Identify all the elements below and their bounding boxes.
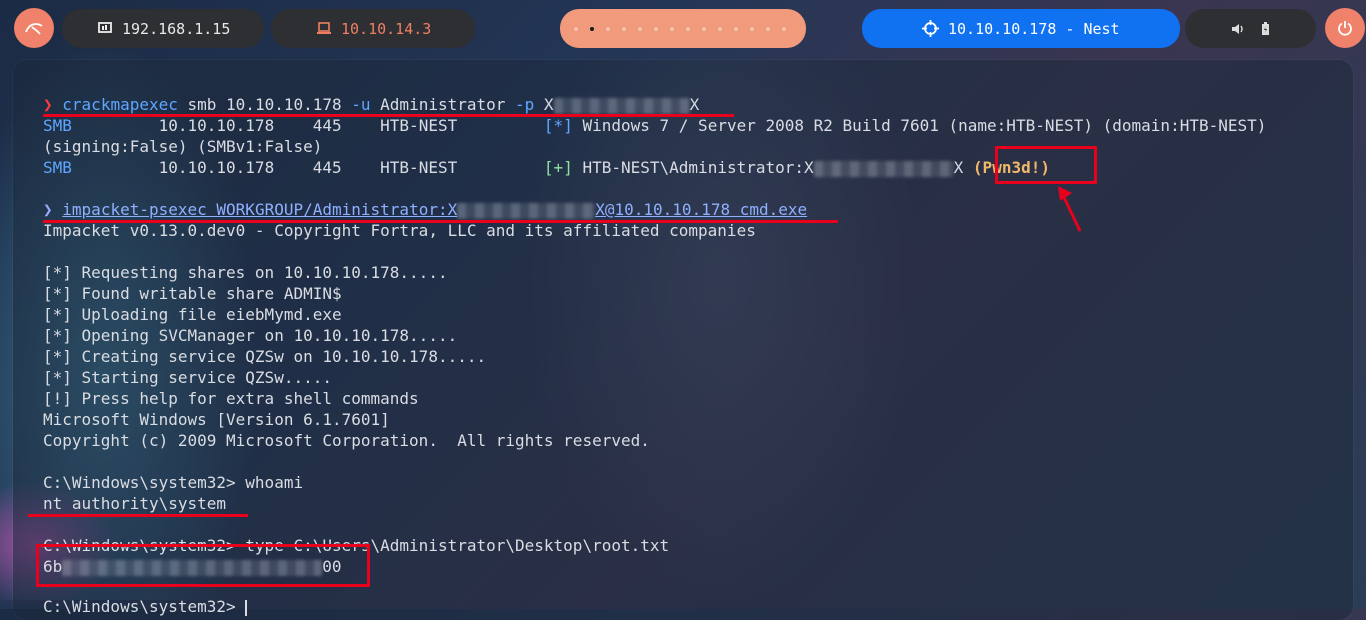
workspace-2[interactable] bbox=[590, 26, 594, 31]
psexec-log-5: [*] Creating service QZSw on 10.10.10.17… bbox=[43, 347, 487, 366]
cmd-crackmapexec: ❯ crackmapexec smb 10.10.10.178 -u Admin… bbox=[43, 95, 700, 114]
workspace-7[interactable] bbox=[670, 26, 674, 31]
power-icon bbox=[1338, 21, 1352, 36]
psexec-log-1: [*] Requesting shares on 10.10.10.178...… bbox=[43, 263, 448, 282]
copyright-line: Copyright (c) 2009 Microsoft Corporation… bbox=[43, 431, 650, 450]
smb-auth-line: SMB 10.10.10.178 445 HTB-NEST [+] HTB-NE… bbox=[43, 158, 1050, 177]
vpn-ip-widget[interactable]: 10.10.14.3 bbox=[271, 9, 475, 48]
underline-whoami bbox=[28, 514, 248, 517]
whoami-command: C:\Windows\system32> whoami bbox=[43, 473, 304, 492]
psexec-log-3: [*] Uploading file eiebMymd.exe bbox=[43, 305, 342, 324]
workspace-14[interactable] bbox=[782, 26, 786, 31]
highlight-pwned bbox=[995, 146, 1097, 184]
redacted-password bbox=[813, 160, 954, 177]
cursor bbox=[245, 599, 248, 616]
prompt-icon: ❯ bbox=[43, 95, 53, 114]
workspace-switcher[interactable] bbox=[560, 9, 806, 48]
underline-psexec bbox=[43, 220, 838, 223]
volume-icon[interactable] bbox=[1231, 23, 1245, 35]
workspace-8[interactable] bbox=[686, 26, 690, 31]
workspace-11[interactable] bbox=[734, 26, 738, 31]
workspace-5[interactable] bbox=[638, 26, 642, 31]
laptop-icon bbox=[317, 22, 331, 34]
redacted-password bbox=[553, 97, 690, 114]
highlight-root-flag bbox=[36, 544, 370, 587]
workspace-12[interactable] bbox=[750, 26, 754, 31]
smb-signing-line: (signing:False) (SMBv1:False) bbox=[43, 137, 323, 156]
workspace-1[interactable] bbox=[574, 26, 578, 31]
system-tray[interactable] bbox=[1185, 9, 1316, 48]
workspace-4[interactable] bbox=[622, 26, 626, 31]
workspace-13[interactable] bbox=[766, 26, 770, 31]
vpn-ip-text: 10.10.14.3 bbox=[341, 19, 432, 38]
psexec-log-7: [!] Press help for extra shell commands bbox=[43, 389, 419, 408]
kali-dragon-icon bbox=[25, 23, 43, 35]
local-ip-widget[interactable]: 192.168.1.15 bbox=[62, 9, 264, 48]
psexec-log-6: [*] Starting service QZSw..... bbox=[43, 368, 332, 387]
workspace-9[interactable] bbox=[702, 26, 706, 31]
impacket-banner: Impacket v0.13.0.dev0 - Copyright Fortra… bbox=[43, 221, 756, 240]
workspace-6[interactable] bbox=[654, 26, 658, 31]
cmd-psexec: ❯ impacket-psexec WORKGROUP/Administrato… bbox=[43, 200, 808, 219]
kali-menu-button[interactable] bbox=[14, 8, 54, 48]
workspace-3[interactable] bbox=[606, 26, 610, 31]
smb-info-line: SMB 10.10.10.178 445 HTB-NEST [*] Window… bbox=[43, 116, 1267, 135]
battery-icon[interactable] bbox=[1261, 21, 1270, 36]
local-ip-text: 192.168.1.15 bbox=[122, 19, 231, 38]
psexec-log-4: [*] Opening SVCManager on 10.10.10.178..… bbox=[43, 326, 458, 345]
windows-version-line: Microsoft Windows [Version 6.1.7601] bbox=[43, 410, 390, 429]
arrow-annotation bbox=[1058, 186, 1082, 232]
prompt-icon: ❯ bbox=[43, 200, 53, 219]
redacted-password bbox=[457, 202, 596, 219]
underline-crackmapexec bbox=[43, 114, 734, 117]
workspace-10[interactable] bbox=[718, 26, 722, 31]
whoami-output: nt authority\system bbox=[43, 494, 227, 513]
final-prompt[interactable]: C:\Windows\system32> bbox=[43, 596, 248, 617]
target-widget[interactable]: 10.10.10.178 - Nest bbox=[862, 9, 1180, 48]
psexec-log-2: [*] Found writable share ADMIN$ bbox=[43, 284, 342, 303]
crosshair-icon bbox=[922, 20, 939, 37]
power-button[interactable] bbox=[1325, 8, 1365, 48]
monitor-icon bbox=[98, 22, 112, 33]
target-text: 10.10.10.178 - Nest bbox=[948, 19, 1120, 38]
